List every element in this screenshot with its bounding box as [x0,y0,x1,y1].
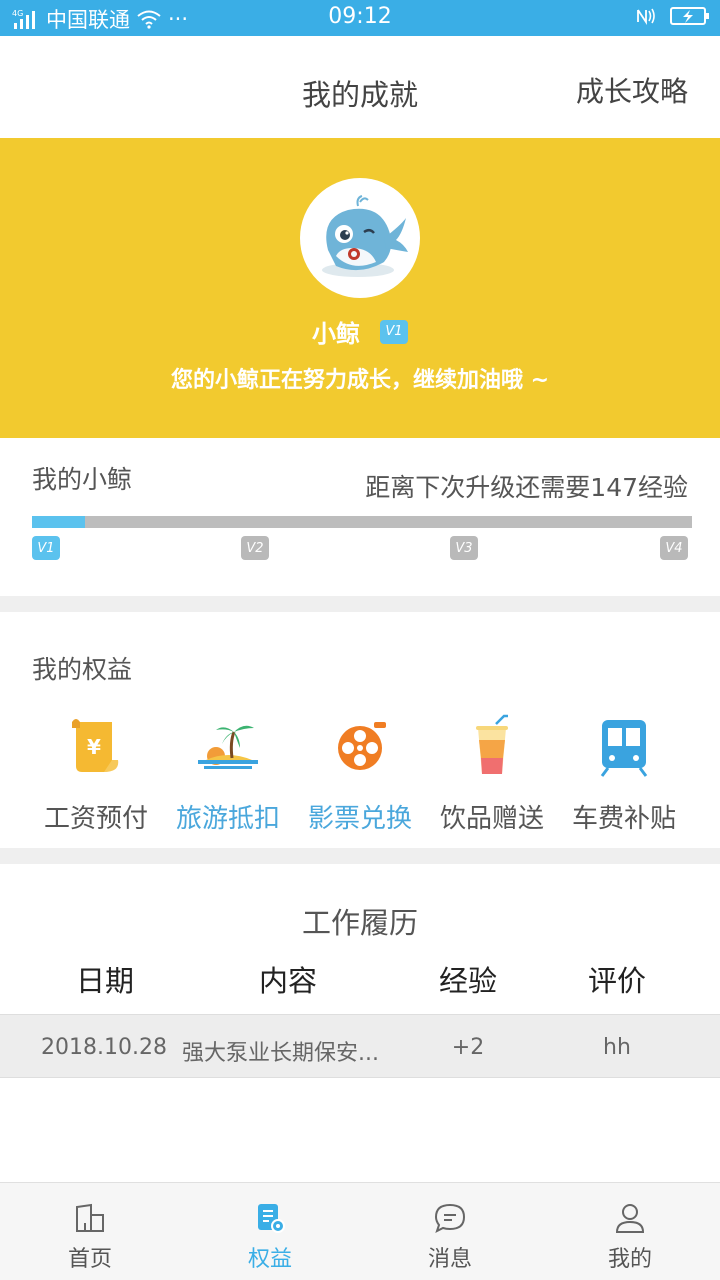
chat-bubble-icon [434,1203,466,1233]
profile-name-row: 小鲸 V1 [0,314,720,349]
growth-title: 我的小鲸 [32,465,133,494]
level-marker-v1: V1 [32,536,60,560]
progress-fill [32,516,85,528]
benefit-drink-gift[interactable]: 饮品赠送 [422,714,562,835]
tab-me[interactable]: 我的 [540,1183,720,1280]
benefits-doc-icon [258,1204,285,1233]
person-icon [615,1204,645,1233]
cell-date: 2018.10.28 [41,1035,167,1060]
growth-section: 我的小鲸 距离下次升级还需要147经验 V1 V2 V3 V4 [0,438,720,596]
benefit-salary-advance[interactable]: ¥ 工资预付 [26,714,166,835]
upgrade-hint: 距离下次升级还需要147经验 [365,473,688,502]
svg-text:¥: ¥ [87,735,101,759]
benefit-movie-ticket[interactable]: 影票兑换 [290,714,430,835]
app-header: 我的成就 成长攻略 [0,36,720,138]
tab-label: 权益 [247,1247,292,1272]
column-header-rating: 评价 [587,964,646,998]
cell-exp: +2 [451,1035,485,1060]
tab-label: 首页 [67,1247,112,1272]
island-palm-icon [198,725,258,769]
profile-motto: 您的小鲸正在努力成长，继续加油哦 ~ [170,368,550,393]
benefit-travel-deduction[interactable]: 旅游抵扣 [158,714,298,835]
history-title: 工作履历 [301,906,418,940]
benefit-label: 旅游抵扣 [175,804,280,834]
column-header-date: 日期 [75,964,134,998]
level-marker-v4: V4 [660,536,688,560]
section-divider [0,596,720,612]
drink-cup-icon [476,714,508,774]
cell-rating: hh [603,1035,631,1060]
level-marker-v2: V2 [241,536,269,560]
film-reel-icon [338,722,386,770]
benefit-label: 饮品赠送 [439,804,544,834]
work-history-section: 工作履历 日期 内容 经验 评价 2018.10.28 强大泵业长期保安... … [0,864,720,1182]
growth-guide-link[interactable]: 成长攻略 [576,70,688,110]
salary-scroll-icon: ¥ [72,719,119,772]
status-right [634,6,710,26]
tab-benefits[interactable]: 权益 [180,1183,360,1280]
tab-label: 我的 [607,1247,652,1272]
benefits-title: 我的权益 [32,655,133,684]
column-header-exp: 经验 [438,964,497,998]
tab-messages[interactable]: 消息 [360,1183,540,1280]
whale-mascot-icon [322,195,408,277]
profile-banner: 小鲸 V1 您的小鲸正在努力成长，继续加油哦 ~ [0,138,720,438]
benefit-fare-subsidy[interactable]: 车费补贴 [554,714,694,835]
level-marker-v3: V3 [450,536,478,560]
benefit-label: 工资预付 [43,804,148,834]
table-row[interactable]: 2018.10.28 强大泵业长期保安... +2 hh [0,1014,720,1078]
nfc-icon [637,8,655,25]
battery-icon [670,7,709,25]
progress-track [32,516,692,528]
status-bar: 4G 中国联通 ··· 09:12 [0,0,720,36]
avatar[interactable] [300,178,420,298]
tab-home[interactable]: 首页 [0,1183,180,1280]
benefit-label: 影票兑换 [307,804,412,834]
bottom-tab-bar: 首页 权益 消息 我的 [0,1182,720,1280]
column-header-content: 内容 [258,964,317,998]
status-time: 09:12 [328,4,392,29]
cell-content: 强大泵业长期保安... [182,1041,379,1066]
benefit-label: 车费补贴 [571,804,676,834]
profile-name: 小鲸 [312,320,360,348]
benefits-section: 我的权益 ¥ 工资预付 旅游抵扣 影票兑换 饮品赠送 车费补贴 [0,612,720,848]
level-badge: V1 [380,319,408,344]
section-divider [0,848,720,864]
home-building-icon [76,1203,104,1232]
tab-label: 消息 [427,1247,472,1272]
train-icon [600,720,648,777]
